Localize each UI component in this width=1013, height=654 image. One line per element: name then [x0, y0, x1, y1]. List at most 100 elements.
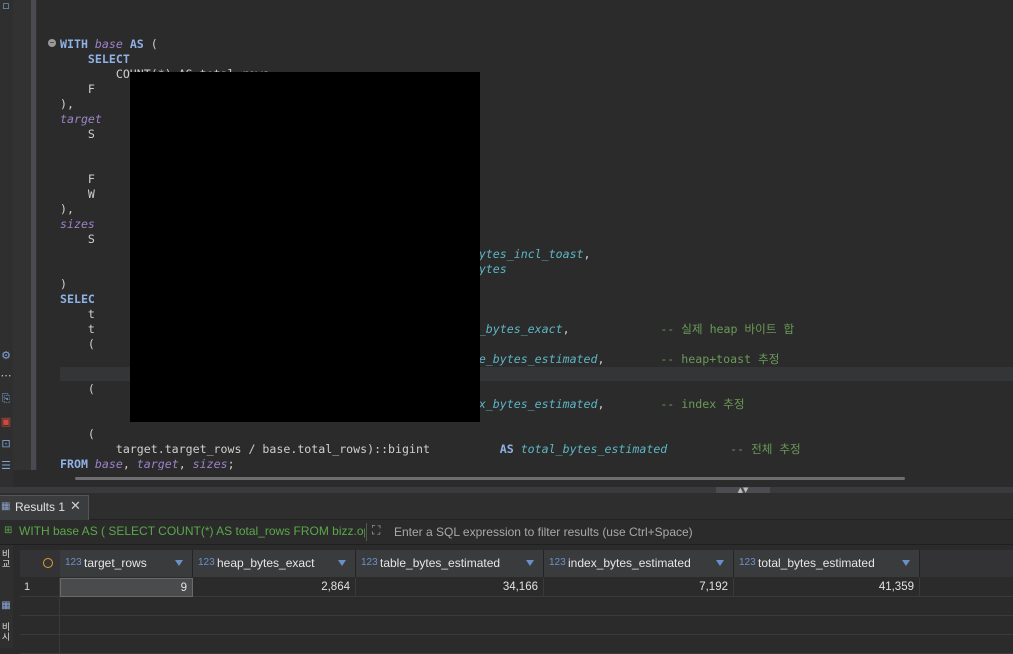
horizontal-scrollbar[interactable] — [75, 477, 905, 480]
code-token: total_bytes_estimated — [520, 442, 668, 456]
code-token: , — [562, 322, 661, 336]
grid-icon: ▦ — [1, 501, 11, 512]
close-icon[interactable]: ✕ — [70, 499, 81, 514]
code-token: target — [136, 457, 179, 471]
filter-bar: ⊞ WITH base AS ( SELECT COUNT(*) AS tota… — [0, 520, 1013, 545]
code-line: ) — [60, 277, 67, 292]
warning-file-icon[interactable]: ▣ — [0, 416, 12, 428]
sort-arrow-icon[interactable] — [175, 560, 183, 566]
row-number — [20, 635, 60, 654]
code-token: AS — [499, 442, 521, 456]
document-icon[interactable]: ▫ — [0, 0, 12, 12]
column-header-table-bytes-estimated[interactable]: 123 table_bytes_estimated — [356, 550, 544, 577]
code-token: -- heap+toast 추정 — [660, 352, 780, 366]
compare-label[interactable]: 비 교 — [0, 550, 12, 570]
code-token: F — [60, 82, 95, 96]
column-header-total-bytes-estimated[interactable]: 123 total_bytes_estimated — [734, 550, 920, 577]
code-token: base — [94, 457, 123, 471]
row-number-header[interactable] — [20, 550, 61, 577]
visual-label[interactable]: 비 시 — [0, 623, 12, 643]
cell-target-rows[interactable]: 9 — [60, 578, 193, 597]
sql-query-icon: ⊞ — [4, 525, 13, 536]
code-token: ( — [60, 382, 95, 396]
code-token: -- index 추정 — [660, 397, 745, 411]
column-name: heap_bytes_exact — [217, 556, 315, 570]
tab-label: Results 1 — [15, 500, 66, 514]
code-token: S — [60, 232, 95, 246]
code-token: SELEC — [60, 292, 95, 306]
code-token: -- 전체 추정 — [730, 442, 801, 456]
code-token: base — [94, 37, 123, 51]
table-row[interactable]: 1 9 2,864 34,166 7,192 41,359 — [20, 578, 1013, 597]
column-name: target_rows — [84, 556, 147, 570]
column-header-index-bytes-estimated[interactable]: 123 index_bytes_estimated — [544, 550, 734, 577]
code-token: ( — [143, 37, 158, 51]
column-header-heap-bytes-exact[interactable]: 123 heap_bytes_exact — [193, 550, 356, 577]
export-icon[interactable]: ⎘ — [0, 393, 12, 405]
code-line: ( — [60, 427, 95, 442]
code-token: WITH — [60, 37, 95, 51]
code-token: , — [122, 457, 137, 471]
code-token: t — [60, 307, 95, 321]
code-line: F — [60, 172, 95, 187]
code-token: ) — [60, 277, 67, 291]
query-preview[interactable]: WITH base AS ( SELECT COUNT(*) AS total_… — [19, 524, 365, 538]
sort-arrow-icon[interactable] — [526, 560, 534, 566]
code-token: target.target_rows / base.total_rows)::b… — [60, 442, 500, 456]
numeric-type-icon: 123 — [549, 557, 566, 568]
code-line: target.target_rows / base.total_rows)::b… — [60, 442, 801, 457]
code-token: ), — [60, 97, 74, 111]
code-token: SELECT — [87, 52, 130, 66]
code-token: ( — [60, 427, 95, 441]
code-token: F — [60, 172, 95, 186]
row-number — [20, 597, 60, 616]
gear-icon[interactable]: ⚙ — [0, 350, 12, 362]
code-line: target — [60, 112, 102, 127]
filter-divider — [366, 523, 367, 541]
tab-results-1[interactable]: ▦ Results 1 ✕ — [0, 495, 89, 520]
numeric-type-icon: 123 — [739, 557, 756, 568]
code-token: ; — [227, 457, 235, 471]
code-token: sizes — [192, 457, 228, 471]
cell-index-bytes-estimated[interactable]: 7,192 — [544, 578, 734, 597]
sql-file-icon[interactable]: ⊡ — [0, 438, 12, 450]
code-token: AS — [129, 37, 144, 51]
grid-header: 123 target_rows 123 heap_bytes_exact 123… — [20, 550, 1013, 577]
editor-gutter-marker — [31, 0, 36, 470]
empty-row — [20, 635, 1013, 654]
redacted-region — [130, 72, 480, 422]
cell-total-bytes-estimated[interactable]: 41,359 — [734, 578, 920, 597]
fold-icon[interactable]: − — [48, 39, 56, 47]
grid-side-toolbar: 비 교 ▦ 비 시 — [0, 545, 13, 648]
filter-input[interactable] — [392, 522, 1006, 542]
sort-arrow-icon[interactable] — [716, 560, 724, 566]
code-line: ( — [60, 382, 95, 397]
code-token: S — [60, 127, 95, 141]
editor-horizontal-scroll — [58, 470, 1013, 487]
sort-arrow-icon[interactable] — [338, 560, 346, 566]
column-header-target-rows[interactable]: 123 target_rows — [60, 550, 193, 577]
numeric-type-icon: 123 — [65, 557, 82, 568]
empty-row — [20, 597, 1013, 616]
row-number[interactable]: 1 — [20, 578, 60, 597]
settings-list-icon[interactable]: ☰ — [0, 460, 12, 472]
more-icon[interactable]: ⋯ — [0, 370, 12, 382]
code-token: ), — [60, 202, 74, 216]
code-line: ), — [60, 202, 74, 217]
code-line: W — [60, 187, 95, 202]
cell-heap-bytes-exact[interactable]: 2,864 — [193, 578, 356, 597]
expand-icon[interactable]: ⛶ — [372, 523, 386, 537]
code-line: SELEC — [60, 292, 95, 307]
grid-view-icon[interactable]: ▦ — [0, 600, 12, 612]
column-name: total_bytes_estimated — [758, 556, 875, 570]
sort-arrow-icon[interactable] — [902, 560, 910, 566]
cell-table-bytes-estimated[interactable]: 34,166 — [356, 578, 544, 597]
results-grid[interactable]: 123 target_rows 123 heap_bytes_exact 123… — [20, 550, 1013, 654]
code-token: W — [60, 187, 95, 201]
select-all-icon[interactable] — [43, 558, 53, 568]
sql-editor[interactable]: − WITH base AS ( SELECT COUNT(*) AS tota… — [37, 0, 1013, 471]
code-line: SELECT — [60, 52, 130, 67]
